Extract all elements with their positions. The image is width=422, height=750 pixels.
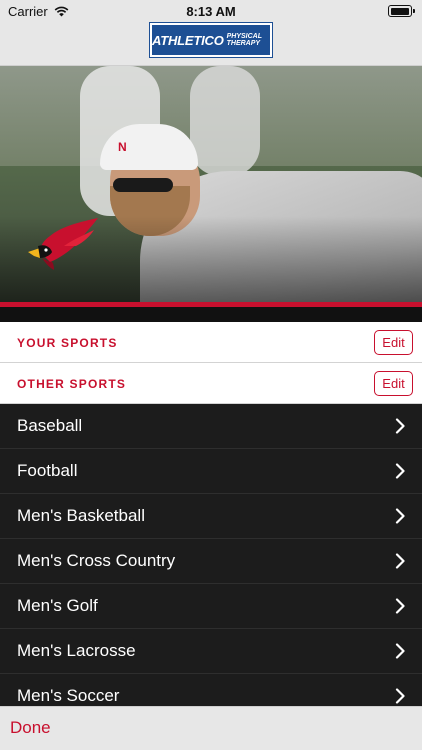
list-item[interactable]: Men's Basketball (0, 494, 422, 539)
status-bar: Carrier 8:13 AM (0, 0, 422, 22)
chevron-right-icon (395, 463, 405, 479)
battery-icon (388, 5, 415, 17)
sport-name: Men's Soccer (17, 686, 120, 705)
your-sports-label: YOUR SPORTS (17, 336, 118, 350)
navigation-bar: Carrier 8:13 AM ATHLETICO PHYSICAL THERA… (0, 0, 422, 66)
chevron-right-icon (395, 553, 405, 569)
logo-word-secondary: PHYSICAL THERAPY (226, 33, 262, 47)
sport-name: Men's Golf (17, 596, 98, 615)
cardinal-logo-icon (28, 218, 98, 270)
list-item[interactable]: Football (0, 449, 422, 494)
other-sports-label: OTHER SPORTS (17, 377, 127, 391)
sport-name: Football (17, 461, 78, 480)
list-item[interactable]: Men's Cross Country (0, 539, 422, 584)
status-time: 8:13 AM (186, 4, 236, 19)
logo-word-primary: ATHLETICO (152, 32, 224, 48)
sport-name: Baseball (17, 416, 83, 435)
your-sports-edit-button[interactable]: Edit (374, 330, 413, 355)
your-sports-header: YOUR SPORTS Edit (0, 322, 422, 363)
list-item[interactable]: Men's Lacrosse (0, 629, 422, 674)
chevron-right-icon (395, 688, 405, 704)
bottom-toolbar: Done (0, 706, 422, 750)
chevron-right-icon (395, 598, 405, 614)
list-item[interactable]: Men's Soccer (0, 674, 422, 706)
sport-name: Men's Basketball (17, 506, 145, 525)
sports-list: Baseball Football Men's Basketball Men's… (0, 404, 422, 706)
done-button[interactable]: Done (10, 718, 51, 738)
chevron-right-icon (395, 418, 405, 434)
hero-image: N (0, 66, 422, 322)
sport-name: Men's Cross Country (17, 551, 176, 570)
other-sports-header: OTHER SPORTS Edit (0, 363, 422, 404)
other-sports-edit-button[interactable]: Edit (374, 371, 413, 396)
chevron-right-icon (395, 643, 405, 659)
list-item[interactable]: Men's Golf (0, 584, 422, 629)
sport-name: Men's Lacrosse (17, 641, 136, 660)
athletico-logo: ATHLETICO PHYSICAL THERAPY (150, 23, 272, 57)
chevron-right-icon (395, 508, 405, 524)
list-item[interactable]: Baseball (0, 404, 422, 449)
